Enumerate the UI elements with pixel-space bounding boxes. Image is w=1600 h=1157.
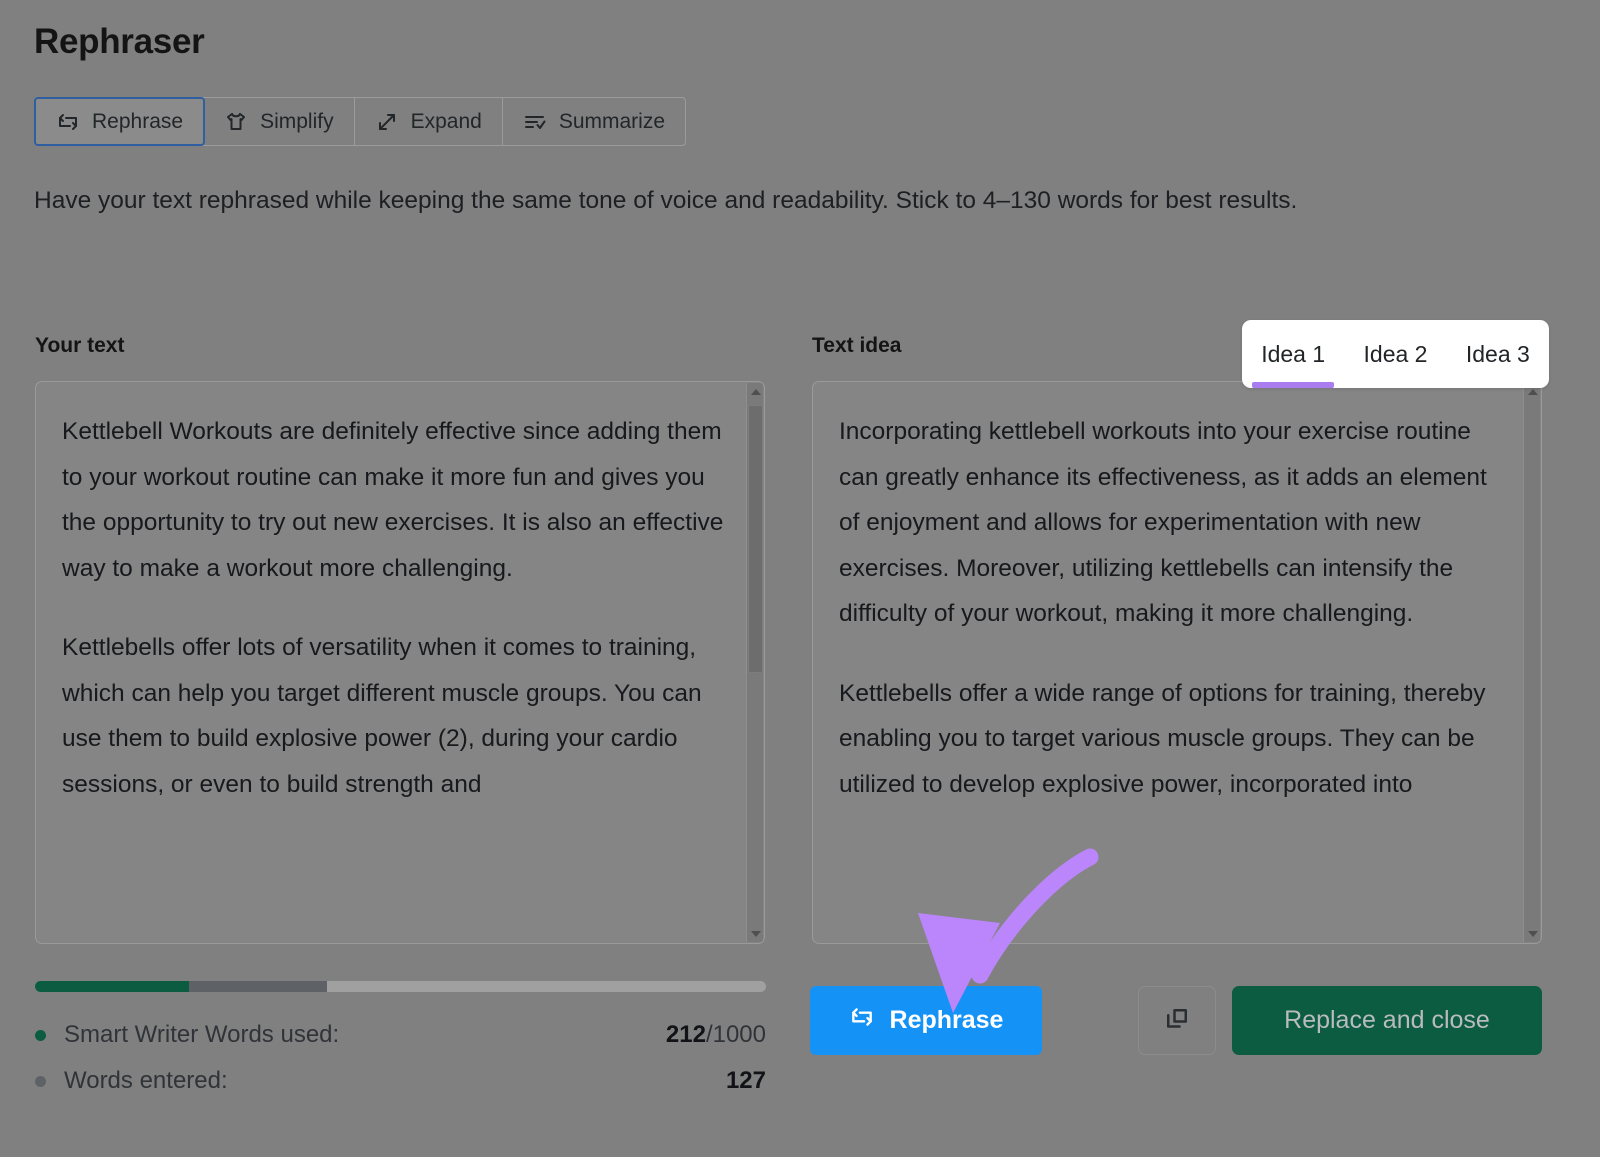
your-text-label: Your text (35, 334, 124, 358)
tab-simplify-label: Simplify (260, 110, 334, 134)
copy-icon (1162, 1004, 1192, 1037)
rephrase-button-label: Rephrase (890, 1006, 1004, 1035)
stat-value-bold: 127 (726, 1067, 766, 1094)
rephrase-swap-icon (56, 110, 80, 134)
scrollbar-thumb[interactable] (748, 405, 763, 673)
idea-tab-3[interactable]: Idea 3 (1447, 320, 1549, 388)
your-text-content: Kettlebell Workouts are definitely effec… (62, 409, 728, 842)
your-text-scrollbar[interactable] (746, 383, 763, 942)
idea-tab-2[interactable]: Idea 2 (1344, 320, 1446, 388)
text-idea-paragraph: Kettlebells offer a wide range of option… (839, 671, 1505, 808)
scroll-up-arrow-icon[interactable] (747, 383, 764, 400)
your-text-paragraph: Kettlebells offer lots of versatility wh… (62, 625, 728, 807)
tab-simplify[interactable]: Simplify (204, 98, 355, 145)
text-idea-textarea[interactable]: Incorporating kettlebell workouts into y… (812, 381, 1542, 944)
expand-arrows-icon (375, 110, 399, 134)
your-text-textarea[interactable]: Kettlebell Workouts are definitely effec… (35, 381, 765, 944)
status-dot-icon (35, 1030, 46, 1041)
stat-label: Smart Writer Words used: (64, 1021, 339, 1049)
tab-expand[interactable]: Expand (355, 98, 503, 145)
idea-tab-group: Idea 1 Idea 2 Idea 3 (1242, 320, 1549, 388)
tshirt-icon (224, 110, 248, 134)
rephrase-button[interactable]: Rephrase (810, 986, 1042, 1055)
text-idea-content: Incorporating kettlebell workouts into y… (839, 409, 1505, 842)
stat-value-rest: /1000 (706, 1021, 766, 1048)
stat-value: 127 (726, 1067, 766, 1095)
mode-tab-group: Rephrase Simplify Expand (34, 97, 686, 146)
tool-description: Have your text rephrased while keeping t… (34, 178, 1534, 224)
list-check-icon (523, 110, 547, 134)
stat-value-bold: 212 (666, 1021, 706, 1048)
text-idea-scrollbar[interactable] (1523, 383, 1540, 942)
copy-button[interactable] (1138, 986, 1216, 1055)
status-dot-icon (35, 1076, 46, 1087)
scroll-down-arrow-icon[interactable] (1524, 925, 1541, 942)
progress-segment-entered (189, 981, 328, 992)
rephrase-swap-icon (849, 1004, 875, 1037)
idea-tab-1-label: Idea 1 (1261, 341, 1325, 368)
replace-and-close-button[interactable]: Replace and close (1232, 986, 1542, 1055)
tab-summarize-label: Summarize (559, 110, 665, 134)
scroll-down-arrow-icon[interactable] (747, 925, 764, 942)
your-text-paragraph: Kettlebell Workouts are definitely effec… (62, 409, 728, 591)
tab-rephrase-label: Rephrase (92, 110, 183, 134)
tab-expand-label: Expand (411, 110, 482, 134)
usage-stats: Smart Writer Words used: 212/1000 Words … (35, 1012, 766, 1104)
text-idea-label: Text idea (812, 334, 901, 358)
usage-progress-bar (35, 981, 766, 992)
stat-row: Words entered: 127 (35, 1058, 766, 1104)
progress-segment-used (35, 981, 189, 992)
idea-tab-2-label: Idea 2 (1364, 341, 1428, 368)
tab-summarize[interactable]: Summarize (503, 98, 685, 145)
stat-label: Words entered: (64, 1067, 228, 1095)
text-idea-paragraph: Incorporating kettlebell workouts into y… (839, 409, 1505, 637)
stat-row: Smart Writer Words used: 212/1000 (35, 1012, 766, 1058)
page-title: Rephraser (34, 22, 204, 62)
idea-tab-3-label: Idea 3 (1466, 341, 1530, 368)
replace-and-close-label: Replace and close (1284, 1006, 1490, 1035)
tab-rephrase[interactable]: Rephrase (34, 97, 205, 146)
stat-value: 212/1000 (666, 1021, 766, 1049)
idea-tab-1[interactable]: Idea 1 (1242, 320, 1344, 388)
